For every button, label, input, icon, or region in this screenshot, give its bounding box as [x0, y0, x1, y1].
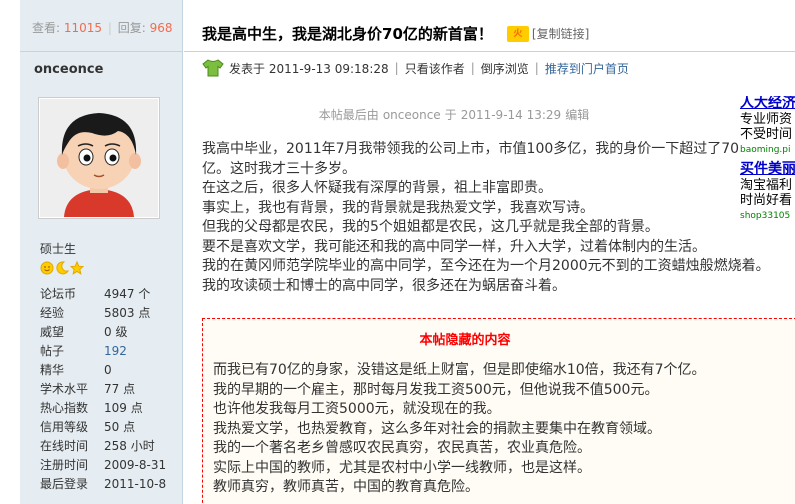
cartoon-boy-avatar-icon — [40, 99, 158, 217]
profile-row: 帖子 192 — [40, 342, 166, 361]
edit-mid: 于 — [444, 108, 457, 122]
meta-divider: | — [470, 61, 475, 75]
profile-row: 经验 5803 点 — [40, 304, 166, 323]
hidden-content-title: 本帖隐藏的内容 — [419, 333, 511, 348]
thread-title: 我是高中生，我是湖北身价70亿的新首富！ — [202, 25, 493, 43]
post-main: 我是高中生，我是湖北身价70亿的新首富！ 火 [复制链接] 发表于 2011-9… — [184, 0, 795, 504]
profile-key: 帖子 — [40, 344, 65, 358]
edit-user: onceonce — [382, 108, 441, 122]
hidden-paragraph: 我热爱文学，也热爱教育，这么多年对社会的捐款主要集中在教育领域。 — [213, 420, 661, 437]
post-paragraph: 在这之后，很多人怀疑我有深厚的背景，祖上非富即贵。 — [202, 180, 552, 196]
profile-row: 信用等级 50 点 — [40, 418, 166, 437]
post-paragraph: 我的在黄冈师范学院毕业的高中同学，至今还在为一个月2000元不到的工资蜡烛般燃烧… — [202, 258, 770, 274]
hidden-paragraph: 教师真穷，教师真苦，中国的教育真危险。 — [213, 479, 479, 495]
profile-value: 0 级 — [104, 325, 128, 339]
profile-key: 注册时间 — [40, 458, 89, 472]
post-paragraph: 亿。这时我才三十多岁。 — [202, 160, 356, 177]
profile-row: 论坛币 4947 个 — [40, 285, 166, 304]
hidden-paragraph: 我的早期的一个雇主，那时每月发我工资500元，但他说我不值500元。 — [213, 381, 659, 398]
profile-key: 威望 — [40, 325, 65, 339]
profile-row: 威望 0 级 — [40, 323, 166, 342]
profile-row: 在线时间 258 小时 — [40, 437, 166, 456]
recommend-portal-link[interactable]: 推荐到门户首页 — [545, 60, 629, 77]
profile-value: 0 — [104, 363, 112, 377]
ad-url[interactable]: baoming.pi — [740, 143, 795, 159]
profile-value: 109 点 — [104, 401, 143, 415]
profile-key: 最后登录 — [40, 477, 89, 491]
profile-value: 77 点 — [104, 382, 136, 396]
ad-title-link[interactable]: 买件美丽 — [740, 161, 795, 178]
profile-value: 4947 个 — [104, 287, 151, 301]
profile-row: 精华 0 — [40, 361, 166, 380]
ad-spacer — [740, 224, 795, 228]
hidden-content-text: 而我已有70亿的身家，没错这是纸上财富，但是即使缩水10倍，我还有7个亿。 我的早… — [213, 361, 795, 498]
tshirt-online-icon — [202, 59, 224, 77]
author-sidebar: 查看: 11015 | 回复: 968 onceonce 硕士生 论坛币 494… — [20, 0, 183, 504]
hidden-paragraph: 实际上中国的教师，尤其是农村中小学一线教师，也是这样。 — [213, 459, 591, 476]
post-paragraph: 我高中毕业，2011年7月我带领我的公司上市，市值100多亿，我的身价一下超过了… — [202, 141, 740, 157]
post-meta: 发表于 2011-9-13 09:18:28 | 只看该作者 | 倒序浏览 | … — [202, 59, 629, 77]
hidden-paragraph: 也许他发我每月工资5000元，就没现在的我。 — [213, 401, 501, 417]
edit-prefix: 本帖最后由 — [318, 108, 379, 122]
views-label: 查看: — [32, 21, 61, 35]
profile-row: 热心指数 109 点 — [40, 399, 166, 418]
profile-value: 2011-10-8 — [104, 477, 167, 491]
avatar[interactable] — [38, 97, 160, 219]
thread-stats: 查看: 11015 | 回复: 968 — [20, 0, 182, 52]
reverse-order-link[interactable]: 倒序浏览 — [481, 60, 529, 77]
ad-text: 时尚好看 — [740, 193, 793, 208]
only-author-link[interactable]: 只看该作者 — [405, 60, 465, 77]
hidden-content-box: 本帖隐藏的内容 而我已有70亿的身家，没错这是纸上财富，但是即使缩水10倍，我还… — [202, 318, 795, 504]
level-badges — [40, 261, 84, 275]
ad-title-link[interactable]: 人大经济 — [740, 96, 795, 112]
profile-row: 学术水平 77 点 — [40, 380, 166, 399]
meta-divider: | — [394, 61, 399, 75]
edit-time: 2011-9-14 13:29 — [460, 108, 562, 122]
post-paragraph: 但我的父母都是农民，我的5个姐姐都是农民，这几乎就是我全部的背景。 — [202, 219, 659, 235]
replies-label: 回复: — [117, 21, 146, 35]
profile-value: 5803 点 — [104, 306, 151, 320]
sun-icon — [40, 261, 54, 275]
profile-key: 热心指数 — [40, 401, 89, 415]
profile-key: 论坛币 — [40, 287, 77, 301]
profile-value: 2009-8-31 — [104, 458, 167, 472]
edit-suffix: 编辑 — [565, 108, 590, 122]
post-paragraph: 我的攻读硕士和博士的高中同学，很多还在为蜗居奋斗着。 — [202, 277, 566, 294]
user-rank: 硕士生 — [40, 242, 77, 256]
replies-count: 968 — [149, 21, 173, 35]
profile-key: 精华 — [40, 363, 65, 377]
profile-row: 注册时间 2009-8-31 — [40, 456, 166, 475]
views-count: 11015 — [63, 21, 103, 35]
edit-note: 本帖最后由 onceonce 于 2011-9-14 13:29 编辑 — [184, 106, 724, 123]
ad-column: 人大经济 专业师资 不受时间 baoming.pi 买件美丽 淘宝福利 时尚好看 shop33… — [740, 96, 795, 228]
post-date: 发表于 2011-9-13 09:18:28 — [229, 61, 389, 76]
ad-text: 淘宝福利 — [740, 177, 793, 193]
post-body: 我高中毕业，2011年7月我带领我的公司上市，市值100多亿，我的身价一下超过了… — [202, 140, 770, 296]
post-paragraph: 要不是喜欢文学，我可能还和我的高中同学一样，升入大学，过着体制内的生活。 — [202, 238, 706, 255]
ad-text: 不受时间 — [740, 127, 793, 142]
moon-icon — [56, 261, 69, 275]
hidden-paragraph: 我的一个著名老乡曾感叹农民真穷，农民真苦，农业真危险。 — [213, 440, 591, 456]
hot-thread-icon: 火 — [506, 25, 529, 42]
profile-stats: 论坛币 4947 个经验 5803 点威望 0 级帖子 192 精华 0 学术水平 77 点热心… — [40, 285, 166, 494]
thread-header: 我是高中生，我是湖北身价70亿的新首富！ 火 [复制链接] — [184, 0, 795, 52]
profile-row: 最后登录 2011-10-8 — [40, 475, 166, 494]
post-paragraph: 事实上，我也有背景，我的背景就是我热爱文学，我喜欢写诗。 — [202, 199, 594, 216]
star-icon — [70, 261, 84, 275]
hidden-paragraph: 而我已有70亿的身家，没错这是纸上财富，但是即使缩水10倍，我还有7个亿。 — [213, 362, 706, 378]
ad-text: 专业师资 — [740, 111, 793, 127]
stats-divider: | — [107, 21, 112, 35]
copy-link-button[interactable]: [复制链接] — [532, 25, 589, 42]
profile-key: 在线时间 — [40, 439, 89, 453]
meta-divider: | — [534, 61, 539, 75]
profile-key: 经验 — [40, 306, 65, 320]
profile-key: 学术水平 — [40, 382, 89, 396]
profile-value[interactable]: 192 — [104, 342, 127, 361]
ad-url[interactable]: shop33105 — [740, 209, 795, 225]
profile-value: 258 小时 — [104, 439, 155, 453]
profile-key: 信用等级 — [40, 420, 89, 434]
profile-value: 50 点 — [104, 420, 136, 434]
author-name[interactable]: onceonce — [20, 52, 182, 88]
